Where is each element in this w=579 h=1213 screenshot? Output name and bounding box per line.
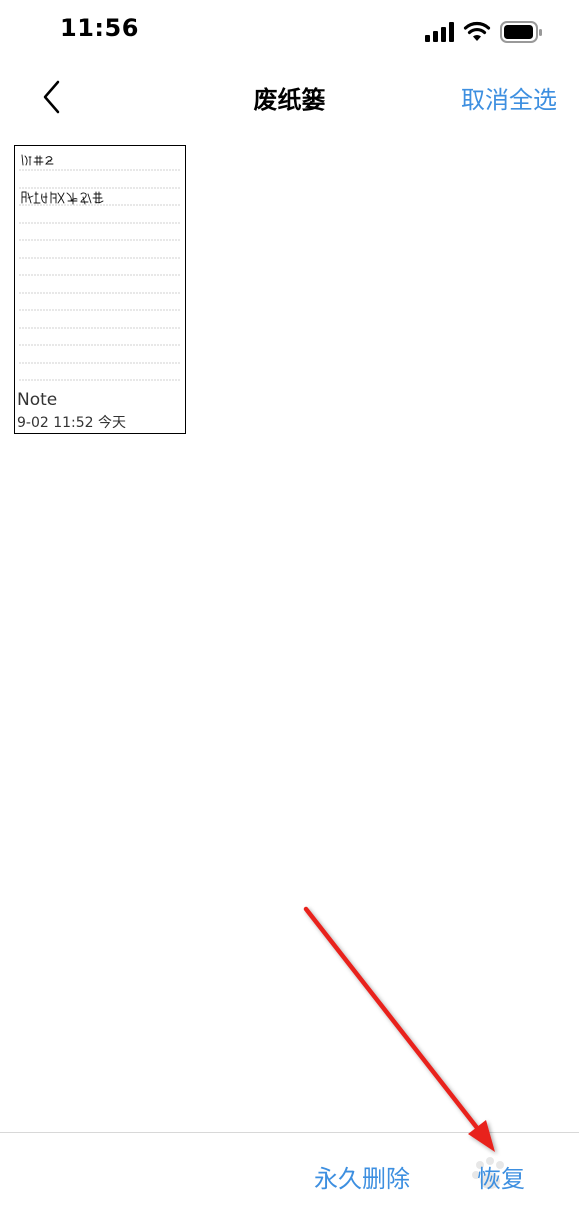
- note-title: Note: [17, 390, 58, 410]
- note-card[interactable]: Note 9-02 11:52 今天: [14, 145, 186, 434]
- battery-icon: [500, 21, 542, 43]
- cellular-signal-icon: [425, 22, 454, 42]
- nav-bar: 废纸篓 取消全选: [0, 64, 579, 128]
- status-time: 11:56: [60, 14, 139, 42]
- status-bar: 11:56: [0, 0, 579, 64]
- wifi-icon: [463, 21, 491, 41]
- delete-forever-button[interactable]: 永久删除: [314, 1159, 410, 1194]
- handwriting-scribble: [21, 154, 104, 205]
- restore-button[interactable]: 恢复: [477, 1159, 525, 1194]
- note-date: 9-02 11:52 今天: [17, 415, 127, 431]
- bottom-toolbar: 永久删除 恢复: [0, 1132, 579, 1213]
- note-thumbnail: [19, 154, 181, 381]
- deselect-all-button[interactable]: 取消全选: [461, 80, 557, 115]
